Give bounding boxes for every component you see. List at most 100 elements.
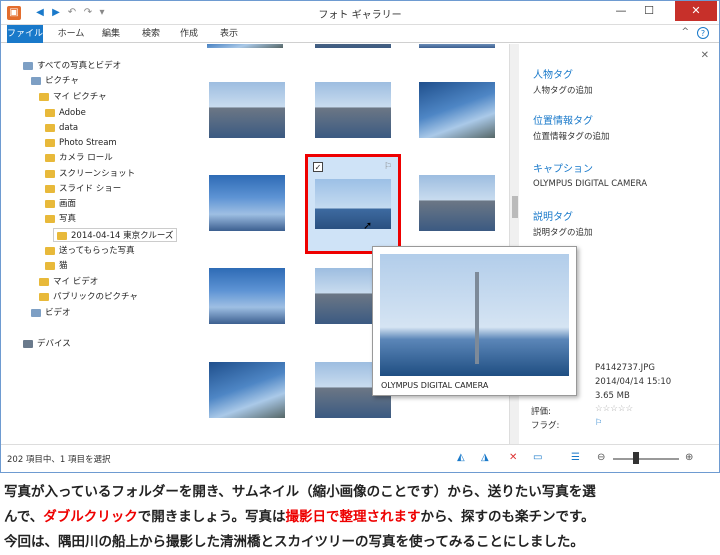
file-datetime: 2014/04/14 15:10 (595, 377, 672, 387)
folder-icon (45, 214, 55, 223)
nav-item-tokyo-cruise[interactable]: 2014-04-14 東京クルーズ (53, 228, 178, 242)
caption-value[interactable]: OLYMPUS DIGITAL CAMERA (533, 179, 647, 189)
people-tag-add[interactable]: 人物タグの追加 (533, 84, 593, 96)
nav-item-screenshots[interactable]: スクリーンショット (45, 167, 135, 181)
zoom-out-icon[interactable]: ⊖ (597, 452, 605, 463)
nav-item-photos[interactable]: 写真 (45, 212, 76, 226)
nav-item-videos[interactable]: ビデオ (31, 306, 71, 320)
photo-thumbnail[interactable] (209, 82, 285, 138)
minimize-button[interactable]: — (607, 1, 635, 21)
folder-icon (45, 184, 55, 193)
folder-icon (57, 231, 67, 240)
file-size: 3.65 MB (595, 391, 630, 401)
folder-icon (45, 169, 55, 178)
scroll-thumb[interactable] (512, 196, 518, 218)
photo-thumbnail[interactable] (315, 44, 391, 48)
flag-icon[interactable]: ⚐ (384, 162, 392, 172)
photo-thumbnail[interactable] (209, 362, 285, 418)
people-tag-heading: 人物タグ (533, 70, 573, 81)
library-icon (31, 308, 41, 317)
folder-icon (45, 108, 55, 117)
nav-item-received-photos[interactable]: 送ってもらった写真 (45, 244, 135, 258)
nav-item-cat[interactable]: 猫 (45, 259, 68, 273)
nav-item-adobe[interactable]: Adobe (45, 106, 86, 120)
maximize-button[interactable]: ☐ (635, 1, 663, 21)
folder-icon (45, 123, 55, 132)
delete-icon[interactable]: ✕ (509, 452, 517, 463)
rating-label: 評価: (531, 407, 551, 417)
ribbon-tabs: ファイル ホーム 編集 検索 作成 表示 ^ ? (1, 25, 719, 43)
photo-thumbnail[interactable] (419, 175, 495, 231)
photo-thumbnail[interactable] (419, 44, 495, 48)
pane-close-icon[interactable]: ✕ (701, 50, 709, 61)
nav-item-devices[interactable]: デバイス (23, 337, 71, 351)
caption-line-2: んで、ダブルクリックで開きましょう。写真は撮影日で整理されますから、探すのも楽チ… (4, 509, 595, 525)
caption-heading: キャプション (533, 164, 593, 175)
caption-highlight-sorted-by-date: 撮影日で整理されます (285, 509, 421, 525)
zoom-slider-knob[interactable] (633, 452, 639, 464)
help-icon[interactable]: ? (697, 27, 709, 39)
folder-icon (45, 246, 55, 255)
caption-line-3: 今回は、隅田川の船上から撮影した清洲橋とスカイツリーの写真を使ってみることにしま… (4, 534, 584, 550)
mouse-cursor-icon: ➚ (363, 219, 373, 232)
nav-item-slideshow[interactable]: スライド ショー (45, 182, 121, 196)
tab-file[interactable]: ファイル (7, 25, 43, 43)
photo-thumbnail[interactable] (315, 82, 391, 138)
skytree-shape (475, 272, 479, 364)
nav-item-data[interactable]: data (45, 121, 78, 135)
close-button[interactable]: ✕ (675, 1, 717, 21)
description-tag-add[interactable]: 説明タグの追加 (533, 226, 593, 238)
description-tag-heading: 説明タグ (533, 212, 573, 223)
navigation-pane: すべての写真とビデオ ピクチャ マイ ピクチャ Adobe data Photo… (1, 44, 187, 444)
folder-icon (45, 261, 55, 270)
rating-stars[interactable]: ☆☆☆☆☆ (595, 404, 633, 414)
library-icon (23, 61, 33, 70)
caption-highlight-double-click: ダブルクリック (43, 509, 138, 525)
caption-line-1: 写真が入っているフォルダーを開き、サムネイル（縮小画像のことです）から、送りたい… (4, 484, 596, 500)
selected-thumbnail[interactable]: ✓ ⚐ (305, 154, 401, 254)
preview-image (380, 254, 569, 376)
details-view-icon[interactable]: ☰ (571, 452, 580, 463)
photo-thumbnail[interactable] (207, 44, 283, 48)
info-flag-icon[interactable]: ⚐ (595, 418, 603, 428)
zoom-slider[interactable] (613, 458, 679, 460)
status-bar: 202 項目中、1 項目を選択 ◭ ◮ ✕ ▭ ☰ ⊖ ⊕ (1, 444, 719, 472)
geo-tag-add[interactable]: 位置情報タグの追加 (533, 130, 610, 142)
nav-item-camera-roll[interactable]: カメラ ロール (45, 151, 113, 165)
nav-item-my-pictures[interactable]: マイ ピクチャ (39, 90, 107, 104)
nav-item-screen[interactable]: 画面 (45, 197, 76, 211)
nav-item-my-videos[interactable]: マイ ビデオ (39, 275, 98, 289)
status-text: 202 項目中、1 項目を選択 (7, 455, 111, 465)
photo-gallery-window: ▣ ◀ ▶ ↶ ↷ ▾ フォト ギャラリー — ☐ ✕ ファイル ホーム 編集 … (0, 0, 720, 473)
tab-search[interactable]: 検索 (139, 25, 163, 43)
rotate-left-icon[interactable]: ◭ (457, 452, 465, 463)
selected-photo-image (315, 179, 391, 229)
photo-thumbnail[interactable] (209, 175, 285, 231)
zoom-in-icon[interactable]: ⊕ (685, 452, 693, 463)
tab-home[interactable]: ホーム (57, 25, 85, 43)
nav-item-all-photos[interactable]: すべての写真とビデオ (23, 59, 121, 73)
nav-item-public-pictures[interactable]: パブリックのピクチャ (39, 290, 138, 304)
ribbon-collapse-icon[interactable]: ^ (681, 27, 689, 37)
folder-icon (45, 153, 55, 162)
nav-item-pictures[interactable]: ピクチャ (31, 74, 79, 88)
tab-create[interactable]: 作成 (177, 25, 201, 43)
flag-label: フラグ: (531, 421, 560, 431)
photo-thumbnail[interactable] (209, 268, 285, 324)
folder-icon (45, 138, 55, 147)
tab-view[interactable]: 表示 (217, 25, 241, 43)
title-bar: ▣ ◀ ▶ ↶ ↷ ▾ フォト ギャラリー — ☐ ✕ (1, 1, 719, 25)
geo-tag-heading: 位置情報タグ (533, 116, 593, 127)
photo-thumbnail[interactable] (419, 82, 495, 138)
rotate-right-icon[interactable]: ◮ (481, 452, 489, 463)
slideshow-icon[interactable]: ▭ (533, 452, 542, 463)
pc-icon (23, 339, 33, 348)
folder-icon (39, 92, 49, 101)
library-icon (31, 76, 41, 85)
folder-icon (39, 292, 49, 301)
explanatory-caption: 写真が入っているフォルダーを開き、サムネイル（縮小画像のことです）から、送りたい… (4, 480, 716, 555)
nav-item-photo-stream[interactable]: Photo Stream (45, 136, 117, 150)
tab-edit[interactable]: 編集 (99, 25, 123, 43)
folder-icon (39, 277, 49, 286)
select-checkbox[interactable]: ✓ (313, 162, 323, 172)
